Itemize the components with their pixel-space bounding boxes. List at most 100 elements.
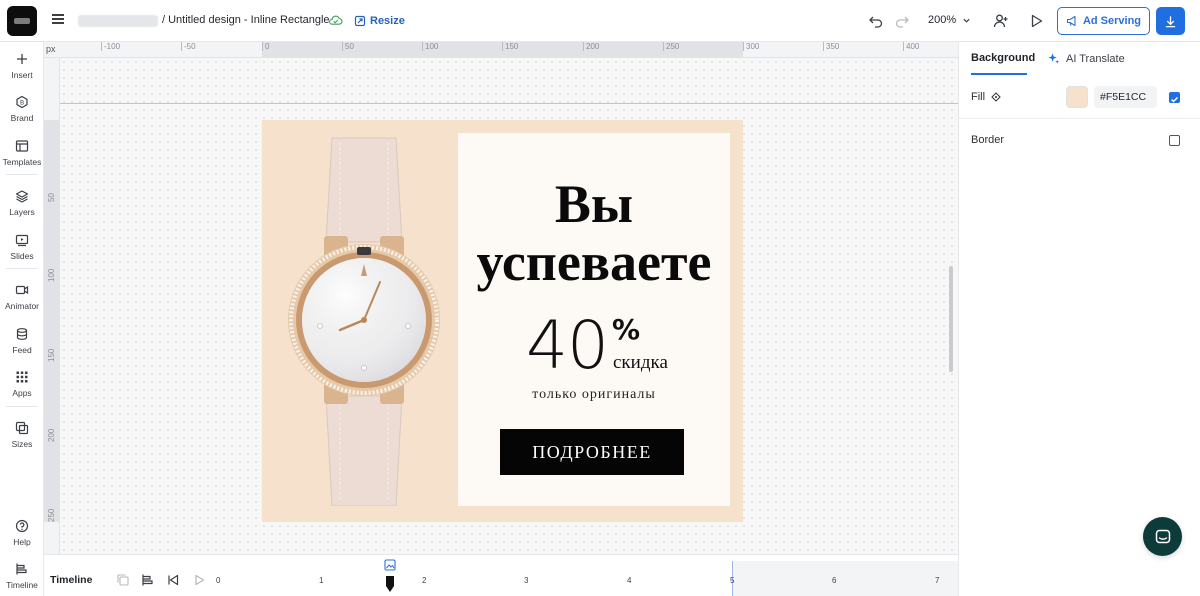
timeline-tick-label: 5 [730, 576, 735, 585]
slides-icon [15, 234, 29, 247]
panel-divider [959, 118, 1200, 119]
ruler-tick: 400 [903, 42, 919, 51]
sidebar-item-insert[interactable]: Insert [0, 52, 44, 80]
sidebar-item-slides[interactable]: Slides [0, 233, 44, 261]
sidebar-item-label: Slides [10, 251, 34, 261]
svg-text:B: B [20, 100, 24, 107]
check-icon [1170, 96, 1179, 103]
timeline-icon [16, 563, 27, 575]
skip-back-icon[interactable] [166, 573, 180, 587]
timeline-bar: Timeline 0 1 2 3 4 5 6 7 [44, 554, 958, 596]
sidebar-item-brand[interactable]: B Brand [0, 95, 44, 123]
image-keyframe-icon[interactable] [384, 559, 396, 571]
chevron-down-icon [963, 18, 970, 23]
active-tab-indicator [971, 73, 1027, 75]
headline-text[interactable]: Вы успеваете [458, 175, 730, 291]
ruler-unit-label: px [46, 44, 56, 54]
discount-word[interactable]: скидка [613, 352, 668, 374]
undo-icon[interactable] [868, 13, 884, 29]
border-checkbox[interactable] [1169, 135, 1180, 146]
fill-row-label: Fill [971, 91, 1001, 103]
sidebar-item-sizes[interactable]: Sizes [0, 421, 44, 449]
tab-ai-translate-label: AI Translate [1066, 52, 1125, 65]
timeline-tick-label: 4 [627, 576, 632, 585]
sidebar-item-label: Templates [2, 157, 42, 167]
sidebar-item-label: Brand [10, 113, 34, 123]
watch-image[interactable] [284, 134, 444, 506]
logo-mark [14, 18, 30, 24]
tab-ai-translate[interactable]: AI Translate [1047, 52, 1125, 65]
left-sidebar: Insert B Brand Templates Layers Slides A… [0, 42, 44, 596]
menu-icon[interactable] [50, 12, 66, 28]
subtext[interactable]: только оригиналы [458, 387, 730, 403]
sidebar-item-label: Help [13, 537, 31, 547]
border-label: Border [971, 134, 1005, 146]
sidebar-item-apps[interactable]: Apps [0, 370, 44, 398]
timeline-tick-label: 6 [832, 576, 837, 585]
sidebar-item-label: Animator [4, 301, 39, 311]
properties-panel: Background AI Translate Fill Border [958, 42, 1200, 596]
fill-checkbox[interactable] [1169, 92, 1180, 103]
ruler-tick: 100 [422, 42, 438, 51]
sidebar-divider [6, 174, 38, 175]
sidebar-item-timeline[interactable]: Timeline [0, 562, 44, 590]
zoom-select[interactable]: 200% [928, 14, 971, 26]
ruler-tick: 200 [583, 42, 599, 51]
breadcrumb[interactable]: / Untitled design - Inline Rectangle [162, 14, 330, 26]
ad-serving-button[interactable]: Ad Serving [1057, 7, 1150, 35]
sidebar-item-help[interactable]: Help [0, 519, 44, 547]
ruler-tick: -100 [101, 42, 120, 51]
top-bar: / Untitled design - Inline Rectangle Res… [0, 0, 1200, 42]
ruler-tick: 150 [47, 348, 56, 362]
ruler-horizontal: px -100 -50 0 50 100 150 200 250 300 350… [44, 42, 958, 58]
sidebar-item-label: Timeline [6, 580, 38, 590]
copy-icon[interactable] [116, 573, 130, 587]
ruler-tick: 100 [47, 268, 56, 282]
redo-icon[interactable] [894, 13, 910, 29]
cloud-saved-icon [329, 15, 343, 25]
design-artboard[interactable]: Вы успеваете 40 % скидка только оригинал… [262, 120, 743, 522]
cta-button[interactable]: ПОДРОБНЕЕ [500, 429, 684, 475]
diamond-icon[interactable] [991, 92, 1001, 102]
animator-icon [15, 285, 29, 295]
discount-percent-sign[interactable]: % [612, 313, 640, 346]
playhead-icon[interactable] [385, 575, 395, 593]
ruler-tick: 300 [743, 42, 759, 51]
add-user-icon[interactable] [993, 13, 1009, 29]
canvas-workspace[interactable]: px -100 -50 0 50 100 150 200 250 300 350… [44, 42, 958, 554]
sidebar-divider [6, 268, 38, 269]
ruler-tick: 50 [47, 193, 56, 202]
resize-label: Resize [370, 15, 405, 27]
workspace-logo[interactable] [7, 6, 37, 36]
help-icon [15, 519, 29, 533]
sidebar-item-layers[interactable]: Layers [0, 189, 44, 217]
tab-background[interactable]: Background [971, 52, 1035, 64]
horizontal-guide-line[interactable] [60, 103, 958, 104]
chat-icon [1155, 529, 1170, 543]
fill-color-swatch[interactable] [1066, 86, 1088, 108]
feed-icon [16, 328, 28, 340]
timeline-scale[interactable]: 0 1 2 3 4 5 6 7 [216, 569, 958, 596]
vertical-scrollbar[interactable] [949, 266, 953, 372]
sidebar-item-label: Apps [12, 388, 32, 398]
discount-number[interactable]: 40 [526, 311, 609, 381]
chat-support-button[interactable] [1143, 517, 1182, 556]
ruler-tick: 250 [663, 42, 679, 51]
fill-hex-input[interactable] [1094, 86, 1157, 108]
play-preview-icon[interactable] [1028, 13, 1044, 29]
sidebar-item-templates[interactable]: Templates [0, 139, 44, 167]
ruler-tick: 50 [342, 42, 354, 51]
timeline-tracks-icon[interactable] [141, 573, 155, 587]
play-icon[interactable] [192, 573, 206, 587]
text-panel[interactable]: Вы успеваете 40 % скидка только оригинал… [458, 133, 730, 506]
workspace-name-blurred[interactable] [78, 15, 158, 27]
sidebar-item-label: Insert [11, 70, 33, 80]
timeline-tick-label: 7 [935, 576, 940, 585]
timeline-tick-label: 0 [216, 576, 221, 585]
sidebar-item-label: Feed [12, 345, 32, 355]
sidebar-item-feed[interactable]: Feed [0, 327, 44, 355]
resize-button[interactable]: Resize [354, 12, 405, 30]
download-button[interactable] [1156, 7, 1185, 35]
editor-app: / Untitled design - Inline Rectangle Res… [0, 0, 1200, 596]
sidebar-item-animator[interactable]: Animator [0, 283, 44, 311]
